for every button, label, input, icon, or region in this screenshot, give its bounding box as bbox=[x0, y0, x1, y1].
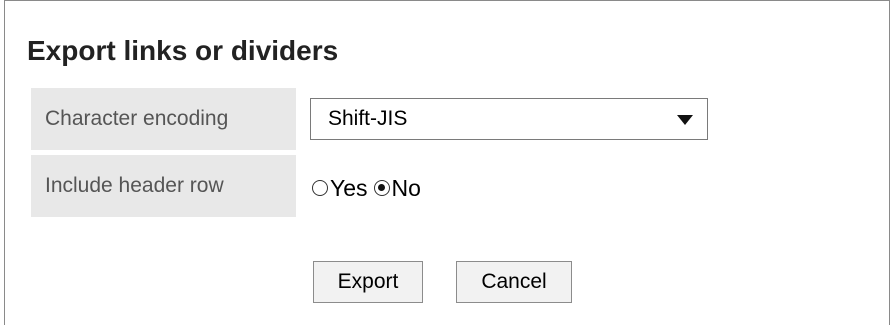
radio-yes-label: Yes bbox=[330, 174, 368, 201]
dropdown-arrow-icon bbox=[677, 115, 693, 125]
character-encoding-label: Character encoding bbox=[31, 88, 296, 150]
export-button[interactable]: Export bbox=[313, 261, 423, 303]
radio-no-label: No bbox=[391, 174, 421, 201]
export-dialog: Export links or dividers Character encod… bbox=[4, 0, 890, 325]
header-row-no-option[interactable]: No bbox=[373, 174, 421, 202]
include-header-row-radio-group: Yes No bbox=[312, 171, 421, 205]
header-row-yes-option[interactable]: Yes bbox=[312, 175, 368, 202]
dialog-title: Export links or dividers bbox=[27, 35, 339, 66]
include-header-row-label: Include header row bbox=[31, 155, 296, 217]
cancel-button[interactable]: Cancel bbox=[456, 261, 572, 303]
radio-yes-icon[interactable] bbox=[312, 180, 328, 196]
radio-no-icon[interactable] bbox=[373, 180, 390, 196]
character-encoding-select[interactable]: Shift-JIS bbox=[310, 98, 708, 140]
character-encoding-value: Shift-JIS bbox=[328, 107, 408, 130]
